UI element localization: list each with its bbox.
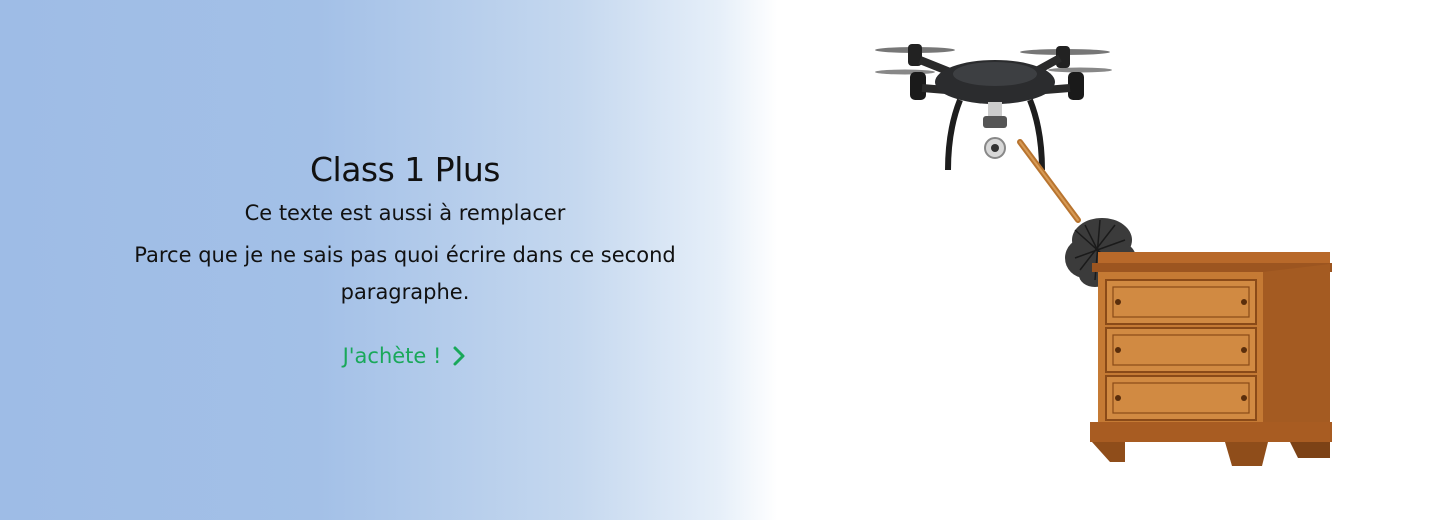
hero-paragraph: Parce que je ne sais pas quoi écrire dan… (134, 243, 676, 304)
hero-subtitle: Ce texte est aussi à remplacer (244, 201, 566, 225)
drone-image (875, 44, 1112, 171)
dresser-image (1090, 252, 1332, 466)
product-illustration (875, 44, 1332, 466)
buy-link-label: J'achète ! (342, 344, 442, 368)
buy-link[interactable]: J'achète ! (343, 344, 468, 368)
chevron-right-icon (453, 346, 465, 366)
hero-text: Class 1 Plus Ce texte est aussi à rempla… (105, 150, 705, 368)
hero-title: Class 1 Plus (310, 150, 500, 189)
hero-banner: Class 1 Plus Ce texte est aussi à rempla… (0, 0, 1440, 520)
